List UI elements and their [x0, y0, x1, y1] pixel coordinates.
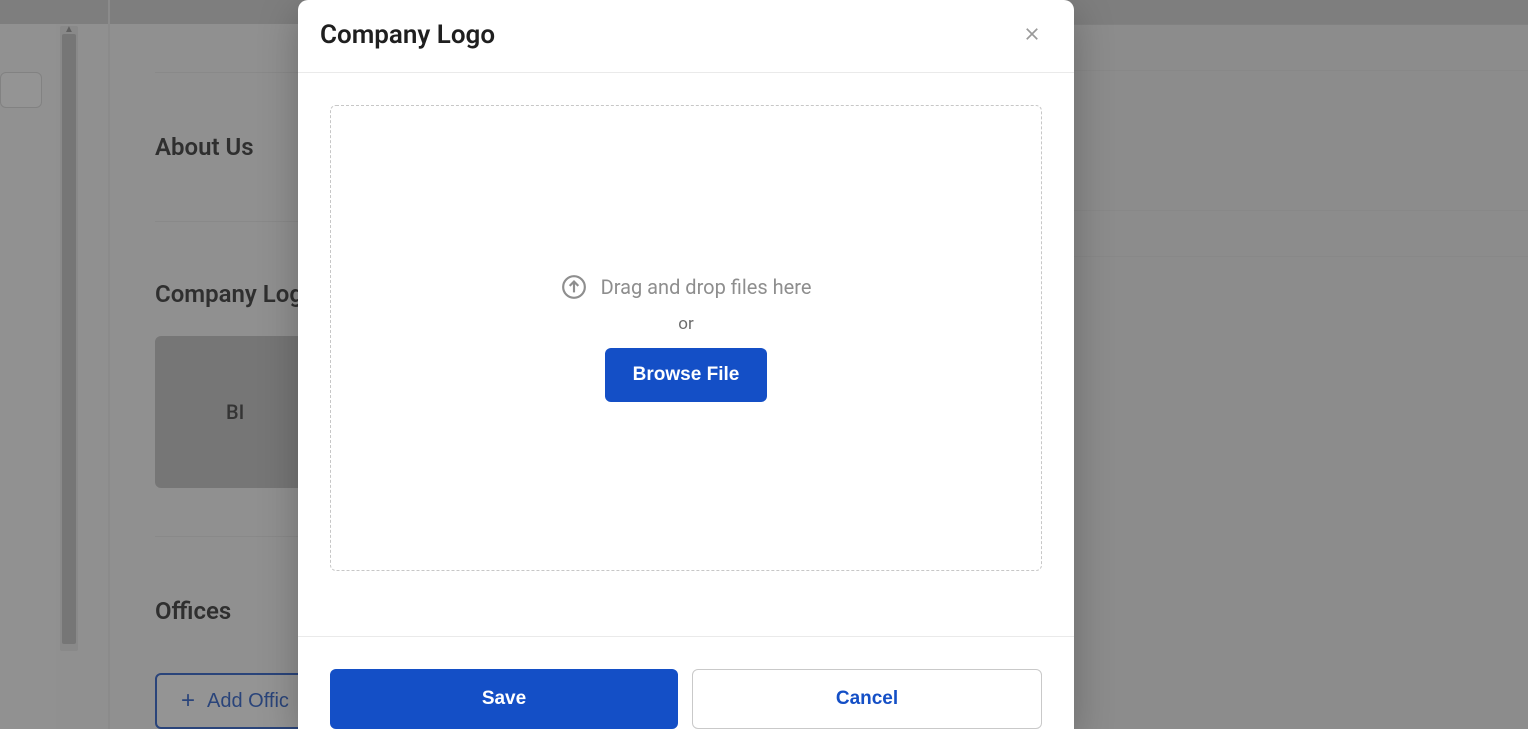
- file-dropzone[interactable]: Drag and drop files here or Browse File: [330, 105, 1042, 571]
- company-logo-modal: Company Logo Drag and drop files here or…: [298, 0, 1074, 729]
- upload-arrow-icon: [561, 274, 587, 300]
- modal-footer: Save Cancel: [298, 636, 1074, 729]
- cancel-button[interactable]: Cancel: [692, 669, 1042, 729]
- dropzone-hint-row: Drag and drop files here: [561, 274, 812, 300]
- close-button[interactable]: [1018, 21, 1046, 49]
- modal-header: Company Logo: [298, 0, 1074, 73]
- drag-drop-text: Drag and drop files here: [601, 275, 812, 299]
- modal-title: Company Logo: [320, 20, 495, 50]
- dropzone-or-text: or: [678, 314, 693, 334]
- modal-body: Drag and drop files here or Browse File: [298, 73, 1074, 636]
- browse-file-button[interactable]: Browse File: [605, 348, 768, 402]
- close-icon: [1023, 25, 1041, 46]
- save-button[interactable]: Save: [330, 669, 678, 729]
